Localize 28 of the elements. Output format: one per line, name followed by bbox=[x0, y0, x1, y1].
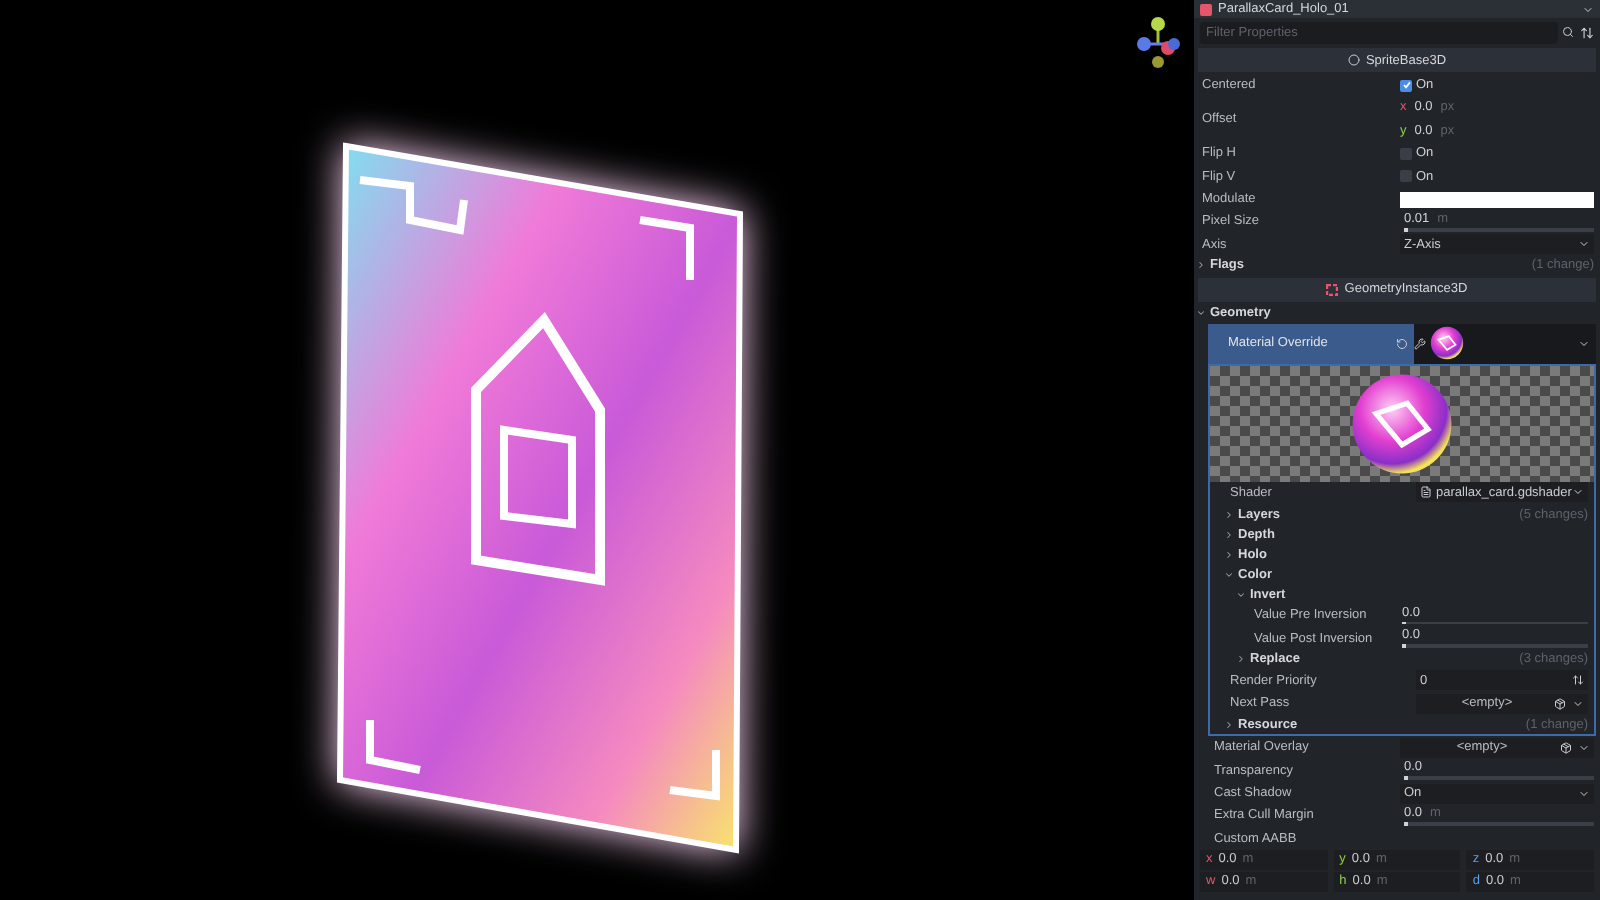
node-icon bbox=[1326, 283, 1339, 296]
chevron-down-icon[interactable] bbox=[1582, 3, 1594, 15]
chevron-down-icon bbox=[1196, 308, 1206, 319]
spinner-icon bbox=[1572, 674, 1584, 687]
package-icon bbox=[1554, 697, 1566, 710]
checkbox[interactable] bbox=[1400, 170, 1412, 183]
chevron-down-icon bbox=[1572, 486, 1584, 499]
search-icon bbox=[1562, 26, 1574, 38]
chevron-down-icon bbox=[1578, 787, 1590, 799]
wrench-icon[interactable] bbox=[1414, 337, 1426, 350]
material-thumbnail bbox=[1430, 326, 1464, 361]
file-icon bbox=[1420, 486, 1432, 499]
sort-icon[interactable] bbox=[1580, 25, 1594, 39]
chevron-down-icon bbox=[1572, 697, 1584, 710]
chevron-right-icon bbox=[1236, 654, 1246, 665]
node-icon bbox=[1347, 54, 1360, 66]
chevron-down-icon bbox=[1578, 741, 1590, 754]
chevron-right-icon bbox=[1224, 719, 1234, 730]
checkbox[interactable] bbox=[1400, 147, 1412, 160]
package-icon bbox=[1560, 741, 1572, 754]
chevron-down-icon[interactable] bbox=[1578, 337, 1590, 350]
node-icon bbox=[1200, 3, 1212, 15]
checkbox[interactable] bbox=[1400, 79, 1412, 92]
revert-icon[interactable] bbox=[1396, 337, 1408, 350]
chevron-right-icon bbox=[1196, 260, 1206, 271]
material-sphere-preview bbox=[1350, 371, 1454, 476]
chevron-down-icon bbox=[1578, 238, 1590, 251]
color-swatch[interactable] bbox=[1400, 191, 1594, 208]
